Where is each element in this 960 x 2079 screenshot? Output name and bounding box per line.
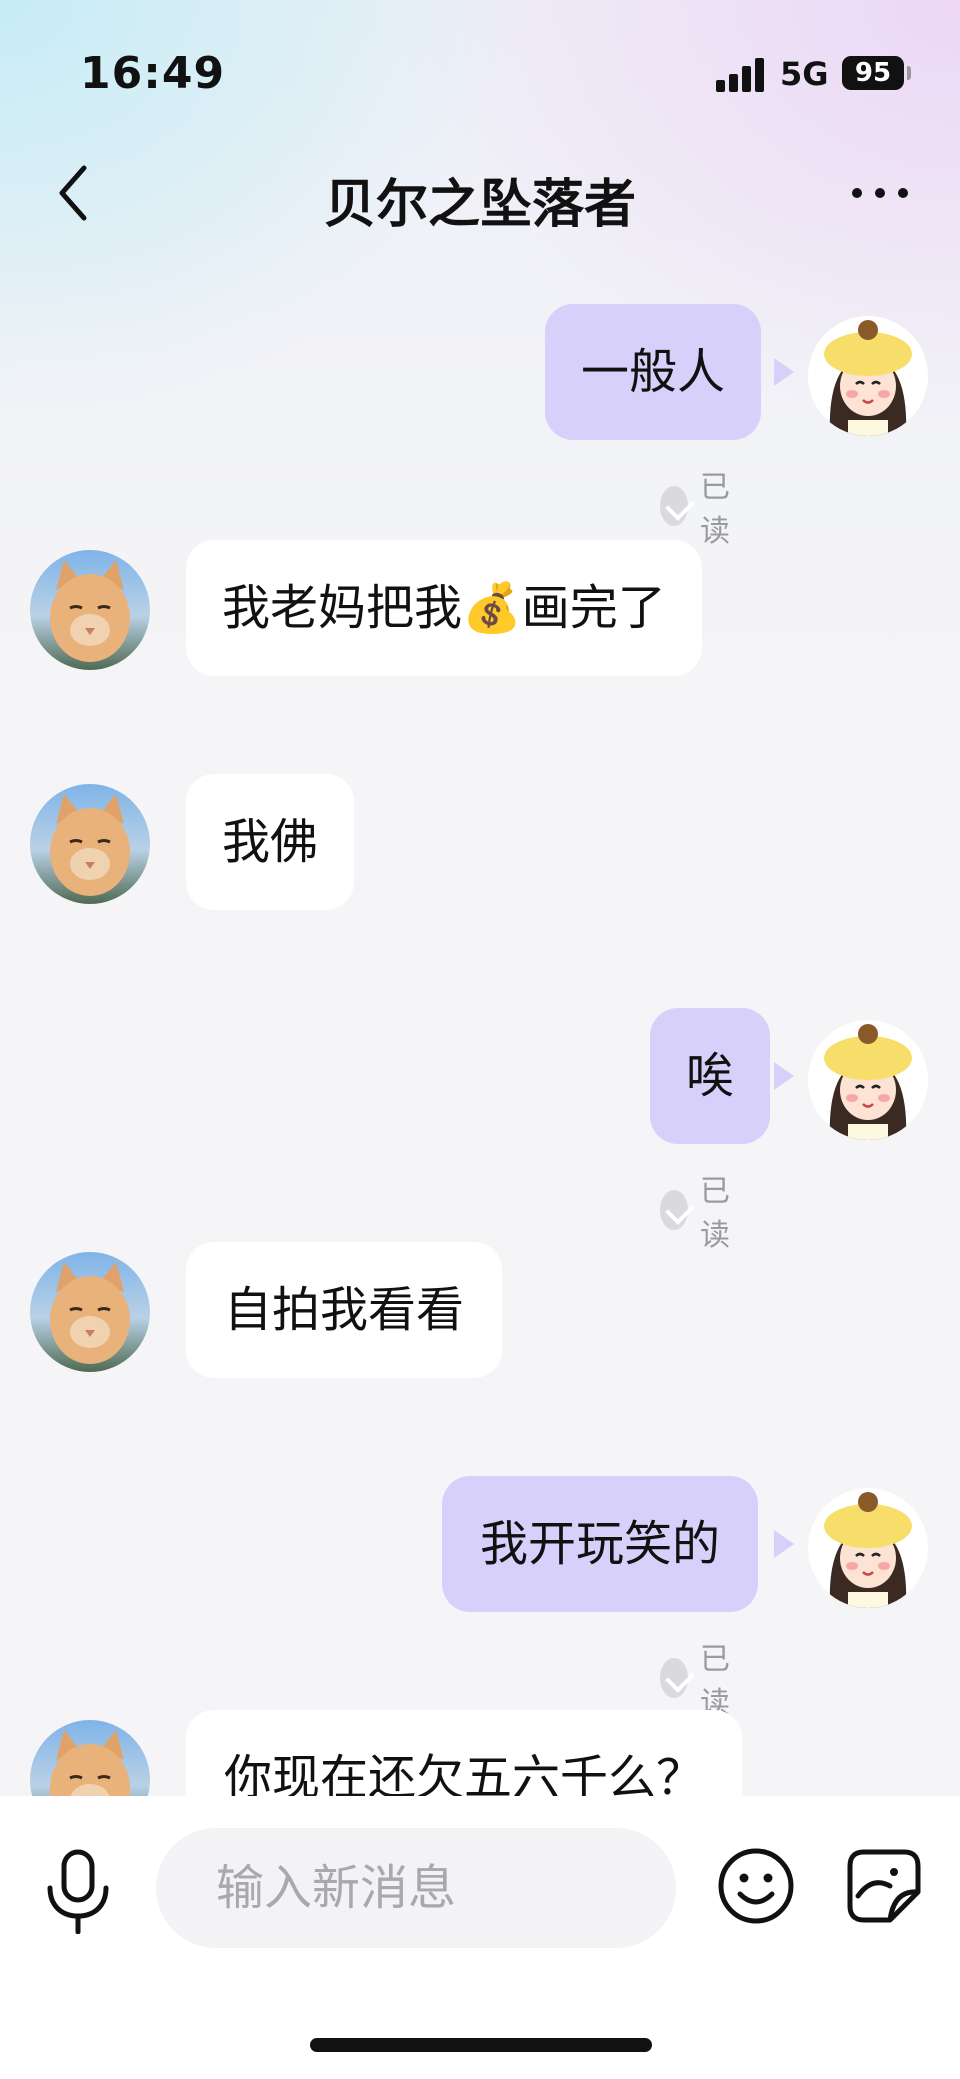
read-label: 已读	[700, 470, 730, 549]
check-circle-icon	[660, 486, 688, 526]
message-bubble[interactable]: 一般人	[545, 304, 762, 440]
composer-bar	[0, 1796, 960, 2079]
battery-cap	[907, 66, 911, 80]
chat-title: 贝尔之坠落者	[323, 175, 636, 235]
home-indicator	[310, 2038, 652, 2052]
microphone-icon[interactable]	[42, 1848, 114, 1935]
read-receipt: 已读	[660, 462, 742, 550]
sticker-icon[interactable]	[844, 1846, 924, 1926]
my-avatar[interactable]	[808, 316, 928, 436]
chat-header: 贝尔之坠落者	[0, 140, 960, 250]
bubble-tail	[774, 1062, 794, 1090]
bubble-tail	[774, 358, 794, 386]
contact-avatar[interactable]	[30, 784, 150, 904]
battery-icon: 95	[842, 56, 904, 90]
network-type: 5G	[780, 55, 829, 93]
battery-level: 95	[854, 58, 892, 88]
message-bubble[interactable]: 我开玩笑的	[442, 1476, 759, 1612]
contact-avatar[interactable]	[30, 550, 150, 670]
status-bar: 16:49 5G 95	[0, 0, 960, 140]
smiley-icon[interactable]	[716, 1846, 796, 1926]
more-dots-icon[interactable]	[840, 170, 920, 220]
read-receipt: 已读	[660, 1166, 742, 1254]
message-bubble[interactable]: 自拍我看看	[186, 1242, 503, 1378]
check-circle-icon	[660, 1190, 688, 1230]
message-bubble[interactable]: 唉	[650, 1008, 771, 1144]
message-bubble[interactable]: 我佛	[186, 774, 355, 910]
status-time: 16:49	[80, 48, 226, 99]
read-receipt: 已读	[660, 1634, 742, 1722]
bubble-tail	[774, 1530, 794, 1558]
check-circle-icon	[660, 1658, 688, 1698]
read-label: 已读	[700, 1642, 730, 1721]
signal-strength-icon	[716, 56, 768, 92]
my-avatar[interactable]	[808, 1488, 928, 1608]
message-input[interactable]	[156, 1828, 676, 1948]
read-label: 已读	[700, 1174, 730, 1253]
message-bubble[interactable]: 我老妈把我💰画完了	[186, 540, 702, 676]
contact-avatar[interactable]	[30, 1252, 150, 1372]
my-avatar[interactable]	[808, 1020, 928, 1140]
